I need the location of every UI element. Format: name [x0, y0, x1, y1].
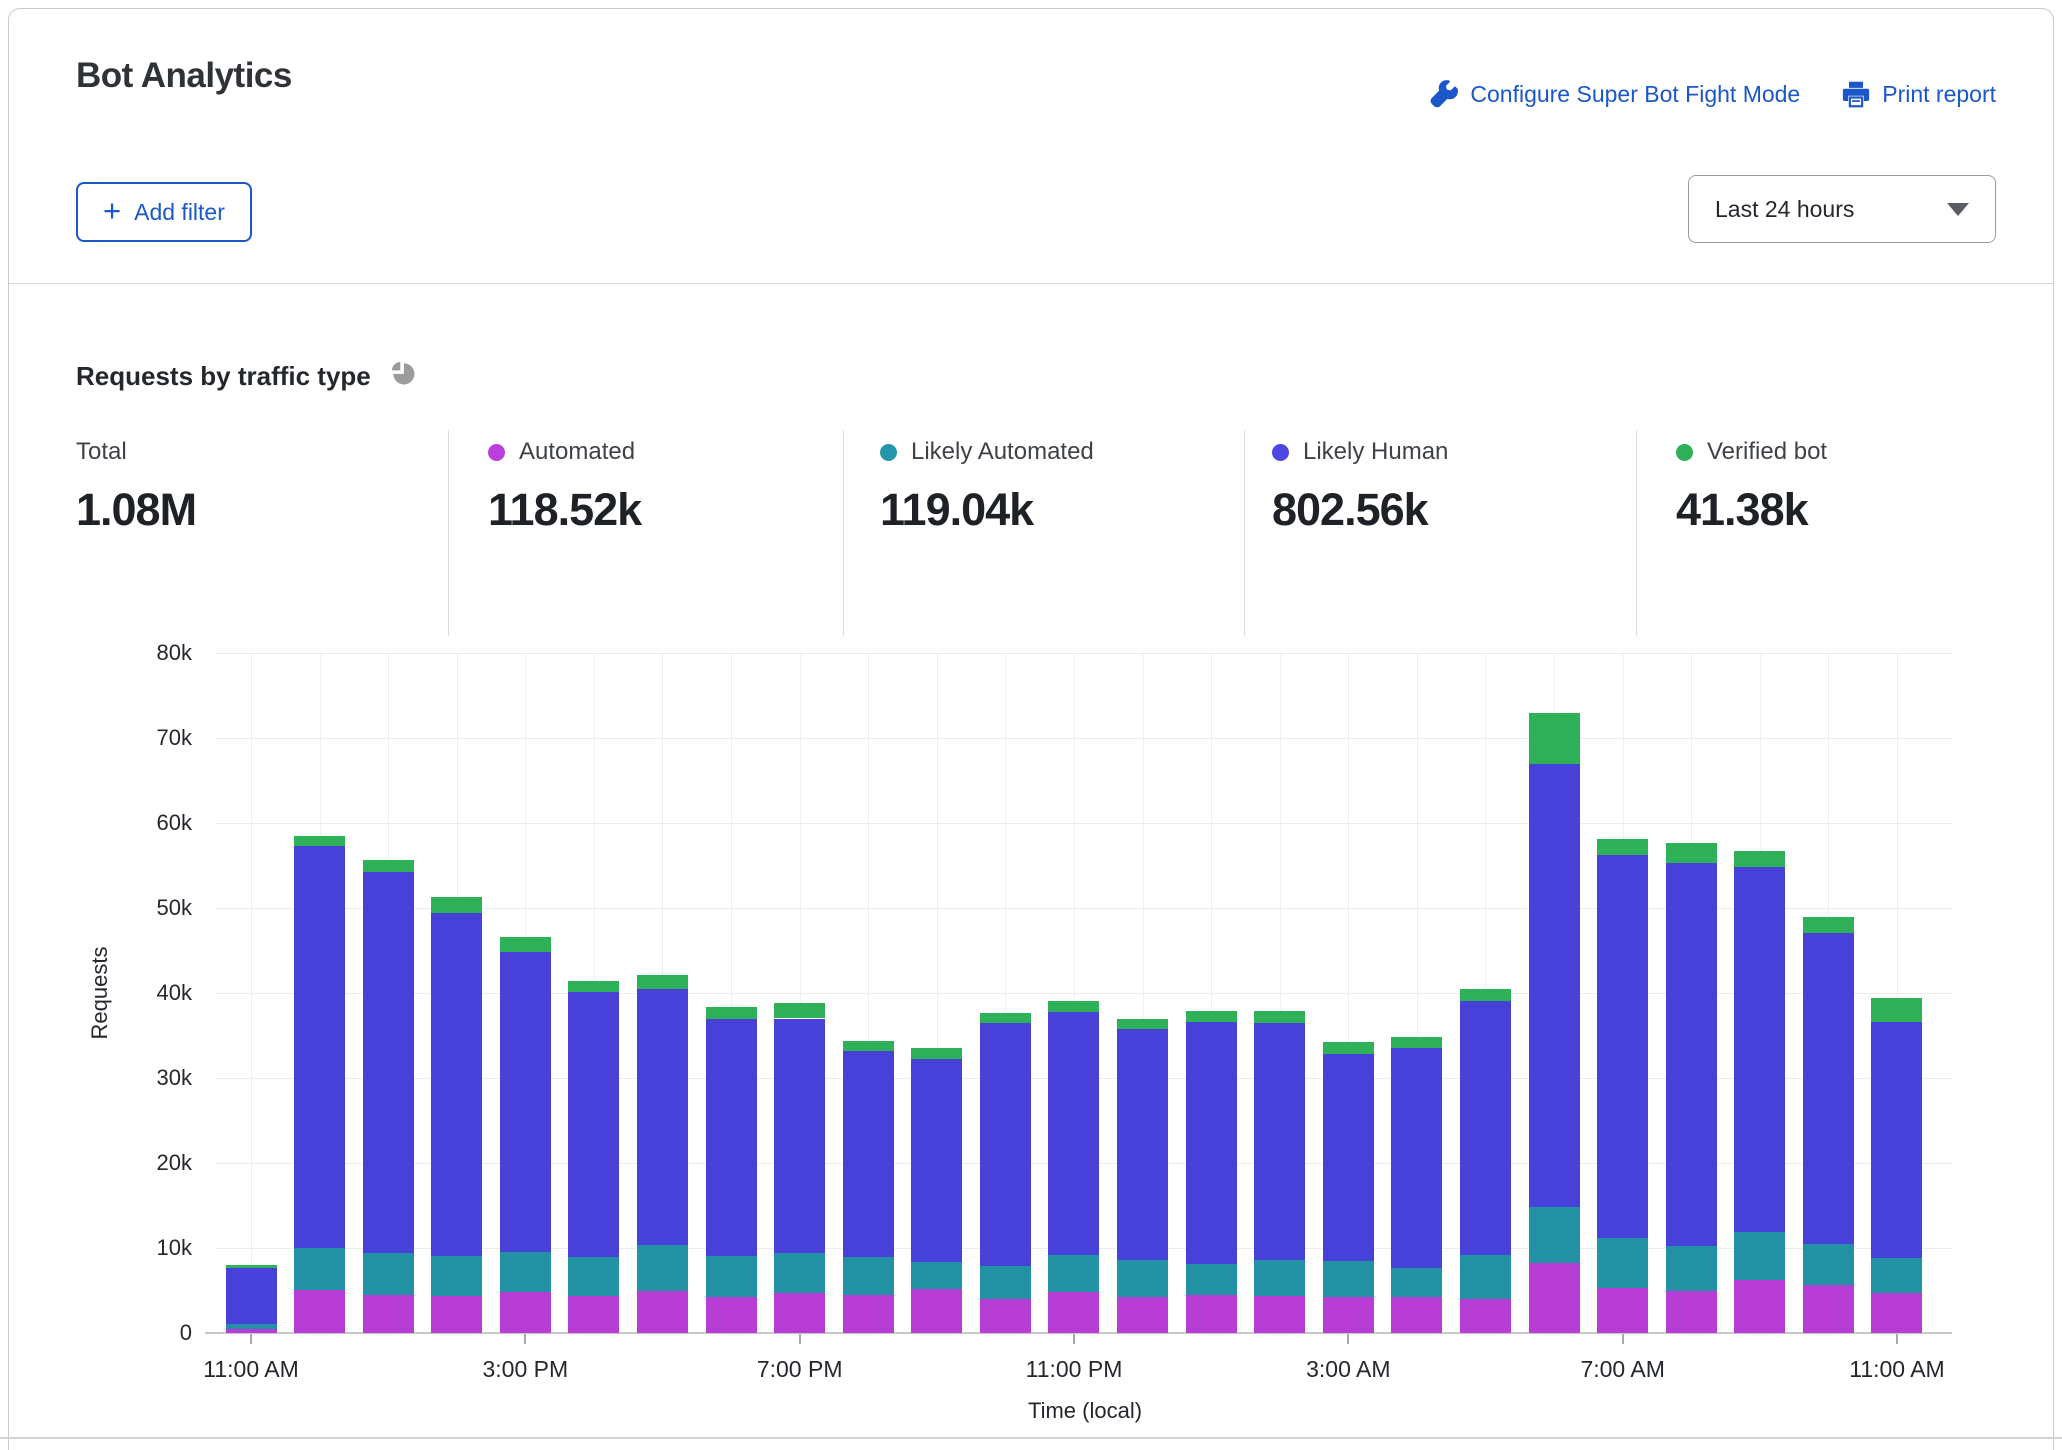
header-links: Configure Super Bot Fight Mode Print rep…	[1430, 80, 1996, 108]
stat-likely-automated[interactable]: Likely Automated 119.04k	[880, 437, 1094, 536]
wrench-icon	[1430, 80, 1458, 108]
print-report-link[interactable]: Print report	[1842, 80, 1996, 108]
stat-likely-automated-label: Likely Automated	[911, 438, 1094, 466]
stat-divider	[843, 430, 844, 636]
likely-automated-dot-icon	[880, 444, 897, 461]
stat-likely-human-value: 802.56k	[1272, 484, 1448, 536]
likely-human-dot-icon	[1272, 444, 1289, 461]
time-range-value: Last 24 hours	[1715, 196, 1854, 223]
stat-verified-bot-value: 41.38k	[1676, 484, 1827, 536]
time-range-select[interactable]: Last 24 hours	[1688, 175, 1996, 243]
section-title: Requests by traffic type	[76, 358, 418, 395]
page-title: Bot Analytics	[76, 56, 292, 96]
stat-total-label: Total	[76, 438, 127, 466]
verified-bot-dot-icon	[1676, 444, 1693, 461]
stat-verified-bot[interactable]: Verified bot 41.38k	[1676, 437, 1827, 536]
add-filter-button[interactable]: + Add filter	[76, 182, 252, 242]
stat-likely-human[interactable]: Likely Human 802.56k	[1272, 437, 1448, 536]
plus-icon: +	[103, 195, 121, 226]
stat-verified-bot-label: Verified bot	[1707, 438, 1827, 466]
bottom-divider	[0, 1437, 2062, 1439]
stat-total[interactable]: Total 1.08M	[76, 437, 196, 536]
add-filter-label: Add filter	[134, 199, 225, 226]
stat-total-value: 1.08M	[76, 484, 196, 536]
stat-divider	[448, 430, 449, 636]
stat-automated[interactable]: Automated 118.52k	[488, 437, 641, 536]
section-title-text: Requests by traffic type	[76, 361, 371, 392]
stat-divider	[1244, 430, 1245, 636]
stat-likely-human-label: Likely Human	[1303, 438, 1448, 466]
pie-chart-icon	[388, 358, 418, 395]
automated-dot-icon	[488, 444, 505, 461]
stat-automated-label: Automated	[519, 438, 635, 466]
printer-icon	[1842, 80, 1870, 108]
stat-likely-automated-value: 119.04k	[880, 484, 1094, 536]
print-link-label: Print report	[1882, 81, 1996, 108]
header-divider	[9, 283, 2053, 284]
caret-down-icon	[1947, 203, 1969, 216]
configure-link-label: Configure Super Bot Fight Mode	[1470, 81, 1800, 108]
bot-analytics-page: Bot Analytics Configure Super Bot Fight …	[0, 0, 2062, 1450]
stat-divider	[1636, 430, 1637, 636]
configure-super-bot-fight-mode-link[interactable]: Configure Super Bot Fight Mode	[1430, 80, 1800, 108]
stat-automated-value: 118.52k	[488, 484, 641, 536]
